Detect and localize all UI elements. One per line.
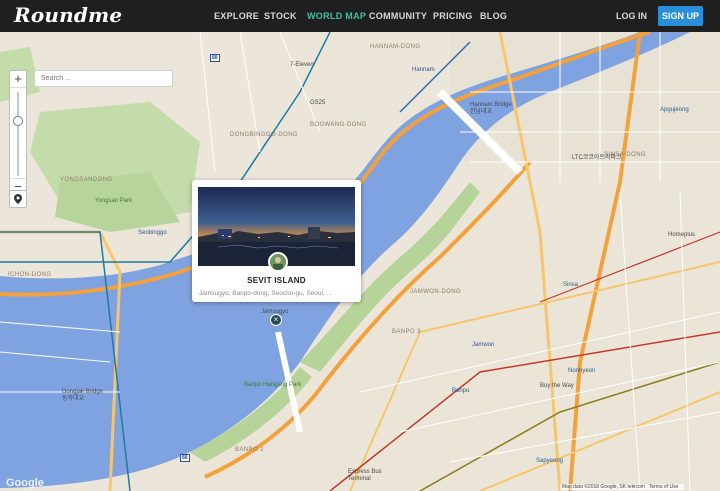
locate-button[interactable]	[9, 190, 27, 208]
label-hannam-bridge: Hannam Bridge 한남대교	[470, 102, 512, 115]
search-input[interactable]	[34, 70, 173, 87]
label-7-eleven: 7-Eleven	[290, 62, 314, 68]
zoom-slider[interactable]	[10, 87, 26, 179]
map-data-credit: Map data ©2018 Google, SK telecom	[562, 484, 645, 490]
label-homeplus: Homeplus	[668, 232, 696, 238]
nav-explore[interactable]: EXPLORE	[214, 11, 259, 21]
label-ltc: LTC코코아트리파크	[572, 155, 622, 161]
label-hannam: Hannam	[412, 67, 435, 73]
label-yongsan-park: Yongsan Park	[95, 198, 133, 204]
label-apgujeong: Apgujeong	[660, 107, 689, 113]
label-sinsa: Sinsa	[563, 282, 579, 288]
world-map[interactable]: HANNAM-DONG Hannam Hannam Bridge 한남대교 BO…	[0, 32, 720, 491]
label-sapyeong: Sapyeong	[536, 458, 564, 464]
label-banpo-2: BANPO 2	[235, 447, 264, 453]
label-banpo-hangang-park: Banpo Hangang Park	[244, 382, 302, 388]
label-express-bus-terminal: Express Bus Terminal	[348, 469, 382, 482]
label-dongbinggo-dong: DONGBINGGO-DONG	[230, 132, 299, 138]
label-hannam-dong: HANNAM-DONG	[370, 44, 421, 50]
label-buy-the-way: Buy the Way	[540, 383, 574, 389]
label-ichon-dong: ICHON-DONG	[8, 272, 52, 278]
zoom-in-button[interactable]: +	[10, 71, 26, 87]
map-attribution: Map data ©2018 Google, SK telecom Terms o…	[560, 484, 685, 490]
label-jamwon: Jamwon	[472, 342, 495, 348]
google-logo: Google	[6, 477, 44, 489]
label-seobinggo: Seobinggo	[138, 230, 167, 236]
zoom-slider-track	[17, 92, 19, 176]
zoom-slider-handle[interactable]	[13, 116, 23, 126]
highway-shield: 88	[210, 54, 220, 62]
login-link[interactable]: LOG IN	[616, 11, 647, 21]
top-nav-bar: Roundme EXPLORE STOCK WORLD MAP COMMUNIT…	[0, 0, 720, 32]
popup-title: SEVIT ISLAND	[247, 276, 306, 285]
label-banpo: Banpo	[452, 388, 470, 394]
nav-community[interactable]: COMMUNITY	[369, 11, 427, 21]
location-pin-icon	[14, 194, 22, 204]
roundme-logo[interactable]: Roundme	[14, 3, 122, 27]
highway-shield: 88	[180, 454, 190, 462]
close-marker-icon[interactable]: ×	[270, 314, 282, 326]
nav-stock[interactable]: STOCK	[264, 11, 297, 21]
panorama-popup-card[interactable]: SEVIT ISLAND Jamsugyo, Banpo-dong, Seoch…	[192, 180, 361, 302]
label-banpo-3: BANPO 3	[392, 329, 421, 335]
author-avatar[interactable]	[268, 252, 288, 272]
nav-blog[interactable]: BLOG	[480, 11, 507, 21]
signup-button[interactable]: SIGN UP	[658, 6, 703, 26]
label-dongjak-bridge: Dongjak Bridge 동작대교	[62, 389, 104, 402]
nav-world-map[interactable]: WORLD MAP	[307, 11, 366, 21]
label-gs25: GS25	[310, 100, 326, 106]
label-bogwang-dong: BOGWANG-DONG	[310, 122, 367, 128]
terms-link[interactable]: Terms of Use	[649, 484, 678, 490]
popup-address: Jamsugyo, Banpo-dong, Seocho-gu, Seoul, …	[199, 290, 332, 297]
label-nonhyeon: Nonhyeon	[568, 368, 596, 374]
zoom-control: + −	[9, 70, 27, 196]
label-yongsandong: YONGSANDONG	[60, 177, 113, 183]
nav-pricing[interactable]: PRICING	[433, 11, 473, 21]
label-jamwon-dong: JAMWON-DONG	[410, 289, 462, 295]
